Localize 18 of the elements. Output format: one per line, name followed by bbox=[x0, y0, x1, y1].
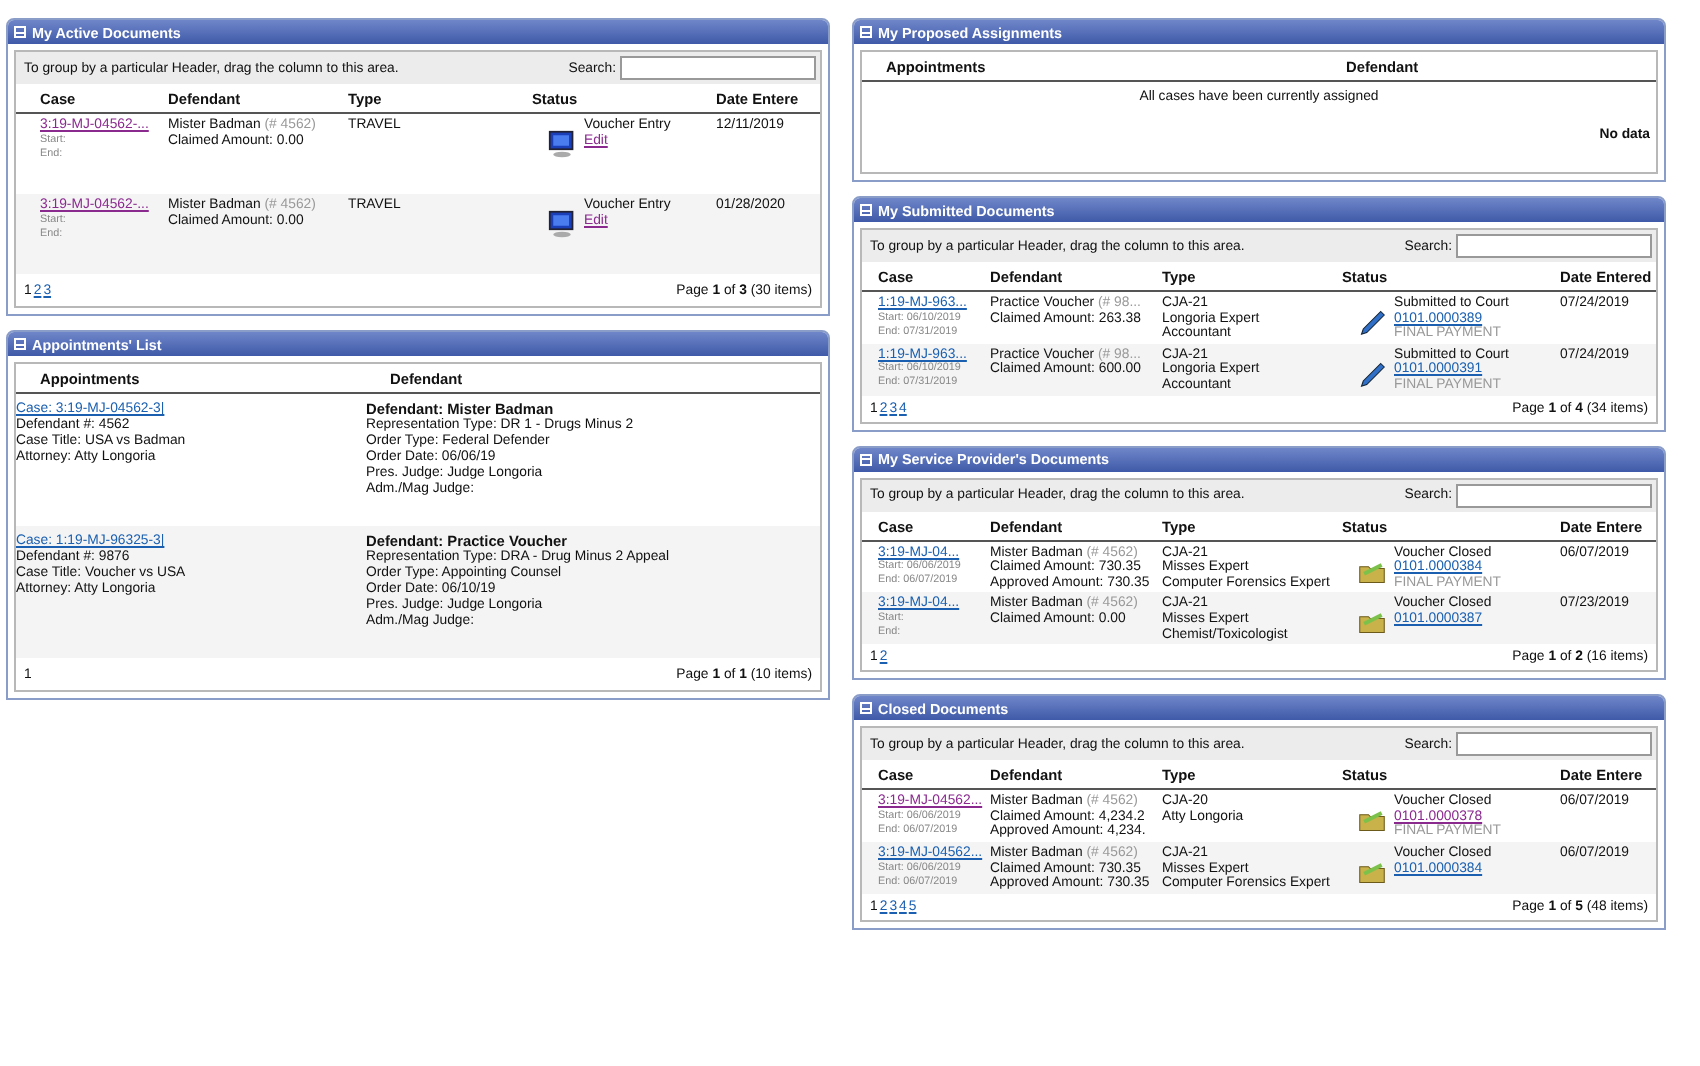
search-field[interactable] bbox=[1456, 732, 1652, 757]
collapse-icon[interactable] bbox=[860, 702, 872, 715]
collapse-icon[interactable] bbox=[860, 26, 872, 38]
pen-icon bbox=[1358, 308, 1386, 336]
collapse-icon[interactable] bbox=[14, 338, 26, 350]
folder-icon bbox=[1358, 806, 1386, 835]
search-field[interactable] bbox=[1456, 483, 1652, 508]
search-field[interactable] bbox=[1456, 234, 1652, 258]
folder-icon bbox=[1358, 608, 1386, 637]
collapse-icon[interactable] bbox=[14, 26, 26, 38]
folder-icon bbox=[1358, 557, 1386, 586]
folder-icon bbox=[1358, 857, 1386, 886]
computer-icon bbox=[548, 210, 576, 238]
collapse-icon[interactable] bbox=[860, 453, 872, 466]
collapse-icon[interactable] bbox=[860, 204, 872, 216]
pen-icon bbox=[1358, 359, 1386, 388]
search-field[interactable] bbox=[620, 56, 816, 80]
computer-icon bbox=[548, 130, 576, 158]
